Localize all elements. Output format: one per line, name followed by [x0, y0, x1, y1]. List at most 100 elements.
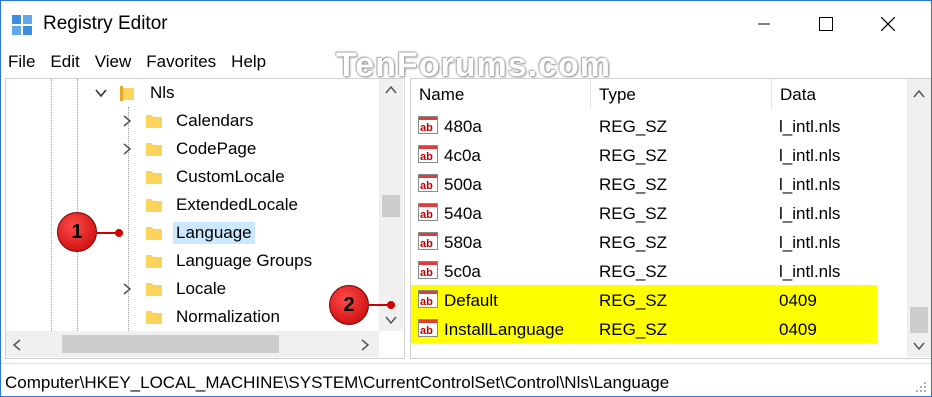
tree-vertical-scrollbar[interactable]	[379, 79, 403, 331]
value-row[interactable]: ab 4c0a REG_SZ l_intl.nls	[411, 140, 877, 169]
menu-view[interactable]: View	[88, 47, 140, 77]
value-type: REG_SZ	[599, 291, 668, 310]
registry-editor-window: Registry Editor File Edit View Favorites…	[0, 0, 932, 397]
column-header-name[interactable]: Name	[411, 79, 591, 109]
svg-text:ab: ab	[420, 209, 433, 221]
tree-vertical-scroll-thumb[interactable]	[382, 195, 400, 217]
value-type: REG_SZ	[599, 204, 668, 223]
reg-sz-icon: ab	[418, 116, 438, 134]
minimize-button[interactable]	[741, 1, 787, 47]
svg-text:ab: ab	[420, 238, 433, 250]
menu-favorites[interactable]: Favorites	[139, 47, 224, 77]
chevron-right-icon[interactable]	[120, 114, 134, 128]
value-data: 0409	[779, 291, 817, 310]
value-row[interactable]: ab Default REG_SZ 0409	[411, 285, 877, 314]
column-header-data[interactable]: Data	[772, 79, 902, 109]
tree-item-customlocale[interactable]: CustomLocale	[146, 163, 288, 191]
callout-badge-2: 2	[329, 285, 369, 325]
value-type: REG_SZ	[599, 175, 668, 194]
value-row[interactable]: ab InstallLanguage REG_SZ 0409	[411, 314, 877, 343]
tree-item-label: Calendars	[176, 111, 254, 130]
folder-icon	[146, 227, 162, 240]
scroll-left-icon[interactable]	[12, 339, 22, 351]
window-title: Registry Editor	[43, 13, 168, 34]
folder-open-icon	[120, 86, 134, 101]
value-name: InstallLanguage	[444, 320, 565, 339]
tree-item-normalization[interactable]: Normalization	[146, 303, 283, 331]
value-row[interactable]: ab 5c0a REG_SZ l_intl.nls	[411, 256, 877, 285]
tree-item-language[interactable]: Language	[146, 219, 255, 247]
scroll-down-icon[interactable]	[913, 341, 925, 351]
tree-item-label: Language	[173, 222, 255, 244]
tree-item-language-groups[interactable]: Language Groups	[146, 247, 315, 275]
value-type: REG_SZ	[599, 262, 668, 281]
value-row[interactable]: ab 580a REG_SZ l_intl.nls	[411, 227, 877, 256]
folder-icon	[146, 255, 162, 268]
title-bar[interactable]: Registry Editor	[1, 1, 931, 47]
tree-item-extendedlocale[interactable]: ExtendedLocale	[146, 191, 301, 219]
value-type: REG_SZ	[599, 320, 668, 339]
value-name: 480a	[444, 117, 482, 136]
reg-sz-icon: ab	[418, 232, 438, 250]
tree-item-label: Language Groups	[176, 251, 313, 270]
values-list-pane[interactable]: Name Type Data ab 480a REG_SZ l_intl.nls ab 4…	[410, 78, 931, 359]
value-row[interactable]: ab 540a REG_SZ l_intl.nls	[411, 198, 877, 227]
value-type: REG_SZ	[599, 233, 668, 252]
value-data: l_intl.nls	[779, 262, 841, 281]
value-name: Default	[444, 291, 498, 310]
reg-sz-icon: ab	[418, 174, 438, 192]
key-path: Computer\HKEY_LOCAL_MACHINE\SYSTEM\Curre…	[5, 373, 670, 392]
tree-horizontal-scrollbar[interactable]	[6, 331, 379, 357]
tree-horizontal-scroll-thumb[interactable]	[62, 335, 279, 353]
value-name: 5c0a	[444, 262, 481, 281]
tree-item-nls[interactable]: Nls	[94, 79, 178, 107]
folder-icon	[146, 171, 162, 184]
menu-help[interactable]: Help	[224, 47, 274, 77]
value-row[interactable]: ab 480a REG_SZ l_intl.nls	[411, 111, 877, 140]
svg-text:ab: ab	[420, 180, 433, 192]
chevron-right-icon[interactable]	[120, 282, 134, 296]
value-data: l_intl.nls	[779, 233, 841, 252]
value-row[interactable]: ab 500a REG_SZ l_intl.nls	[411, 169, 877, 198]
svg-text:ab: ab	[420, 267, 433, 279]
close-icon	[881, 17, 895, 31]
callout-badge-1: 1	[57, 212, 97, 252]
scroll-up-icon[interactable]	[385, 85, 397, 95]
menu-edit[interactable]: Edit	[43, 47, 87, 77]
chevron-right-icon[interactable]	[120, 142, 134, 156]
reg-sz-icon: ab	[418, 261, 438, 279]
tree-item-locale[interactable]: Locale	[120, 275, 229, 303]
maximize-button[interactable]	[803, 1, 849, 47]
close-button[interactable]	[865, 1, 911, 47]
tree-guide-line	[51, 79, 52, 331]
scroll-down-icon[interactable]	[385, 315, 397, 325]
value-name: 540a	[444, 204, 482, 223]
folder-icon	[146, 143, 162, 156]
value-data: l_intl.nls	[779, 175, 841, 194]
folder-icon	[146, 283, 162, 296]
reg-sz-icon: ab	[418, 203, 438, 221]
resize-grip-icon[interactable]	[915, 381, 927, 393]
tree-item-codepage[interactable]: CodePage	[120, 135, 259, 163]
registry-editor-app-icon	[12, 15, 32, 35]
tree-item-calendars[interactable]: Calendars	[120, 107, 257, 135]
svg-text:ab: ab	[420, 122, 433, 134]
value-name: 580a	[444, 233, 482, 252]
chevron-down-icon[interactable]	[94, 86, 108, 100]
list-vertical-scroll-thumb[interactable]	[910, 307, 928, 333]
value-type: REG_SZ	[599, 117, 668, 136]
tree-item-label: CustomLocale	[176, 167, 285, 186]
column-header-type[interactable]: Type	[591, 79, 772, 109]
folder-icon	[146, 199, 162, 212]
folder-icon	[146, 311, 162, 324]
menu-file[interactable]: File	[1, 47, 43, 77]
folder-icon	[146, 115, 162, 128]
reg-sz-icon: ab	[418, 290, 438, 308]
tree-item-label: Locale	[176, 279, 227, 298]
scroll-right-icon[interactable]	[360, 339, 370, 351]
value-data: 0409	[779, 320, 817, 339]
value-data: l_intl.nls	[779, 146, 841, 165]
list-vertical-scrollbar[interactable]	[907, 79, 931, 357]
tree-item-label: ExtendedLocale	[176, 195, 298, 214]
scroll-up-icon[interactable]	[913, 89, 925, 99]
